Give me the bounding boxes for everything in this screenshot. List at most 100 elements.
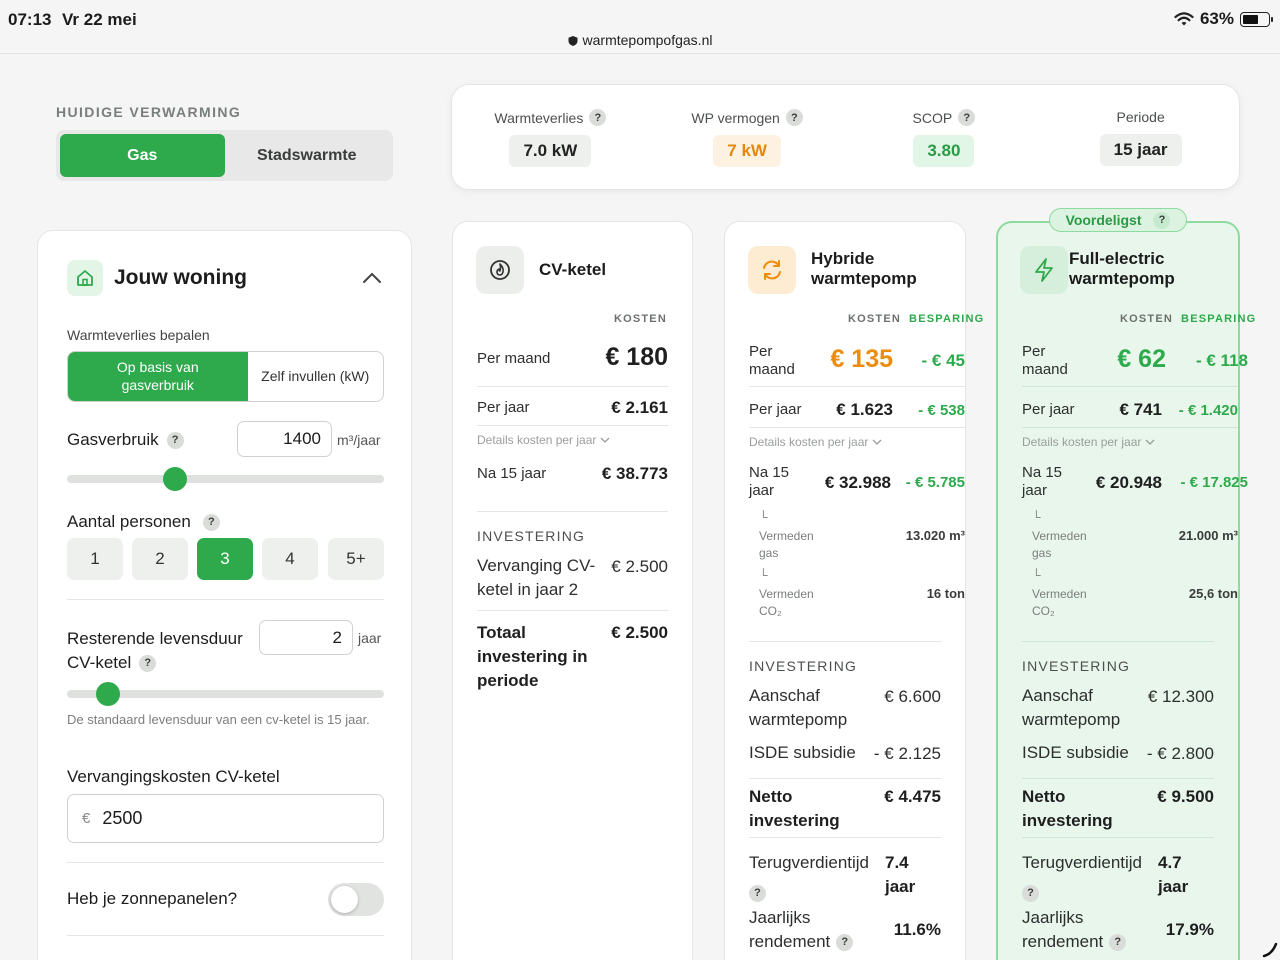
refresh-icon — [748, 246, 796, 294]
chevron-down-icon — [872, 439, 882, 445]
status-right: 63% — [1174, 9, 1273, 29]
persons-button-4[interactable]: 4 — [262, 538, 318, 580]
replace-cost-value: 2500 — [102, 808, 143, 828]
per-month-label: Per maand — [477, 350, 551, 367]
help-icon[interactable]: ? — [1153, 211, 1171, 229]
per-month-saving: - € 118 — [1196, 351, 1248, 370]
metric-label: Warmteverlies — [494, 109, 584, 126]
gas-input[interactable]: 1400 — [237, 421, 332, 457]
divider — [67, 935, 384, 936]
metric-wp-vermogen: WP vermogen? 7 kW — [649, 85, 846, 189]
details-toggle[interactable]: Details kosten per jaar — [1022, 435, 1155, 449]
metric-label: Periode — [1116, 109, 1165, 125]
invest-header: INVESTERING — [1022, 658, 1131, 674]
help-icon[interactable]: ? — [166, 431, 184, 449]
life-unit: jaar — [358, 630, 382, 646]
help-icon[interactable]: ? — [785, 109, 803, 126]
isde-value: - € 2.800 — [1146, 744, 1214, 763]
costs-header: KOSTEN — [1120, 313, 1174, 325]
costs-savings-header: KOSTEN BESPARING — [848, 313, 984, 325]
avoided-co2-value: 16 ton — [926, 586, 965, 601]
invest-header: INVESTERING — [477, 528, 586, 544]
arrow-icon: └ — [1032, 568, 1041, 582]
help-icon[interactable]: ? — [749, 884, 766, 902]
yield-value: 11.6% — [893, 920, 941, 939]
life-slider-knob[interactable] — [96, 682, 121, 706]
after-value: € 20.948 — [1095, 473, 1162, 492]
url-text: warmtepompofgas.nl — [582, 32, 713, 48]
metric-scop: SCOP? 3.80 — [846, 85, 1043, 189]
avoided-gas-value: 21.000 m³ — [1178, 528, 1238, 543]
savings-header: BESPARING — [1181, 313, 1257, 325]
metric-periode: Periode 15 jaar — [1042, 85, 1239, 189]
persons-button-5plus[interactable]: 5+ — [328, 538, 384, 580]
metric-value: 3.80 — [913, 135, 975, 167]
card-hybride: Hybride warmtepomp KOSTEN BESPARING Per maa… — [724, 221, 983, 960]
avoided-co2-value: 25,6 ton — [1188, 586, 1238, 601]
per-year-value: € 1.623 — [836, 400, 893, 419]
net-invest-value: € 9.500 — [1157, 787, 1214, 806]
url-bar[interactable]: warmtepompofgas.nl — [0, 32, 1280, 48]
gas-label-row: Gasverbruik? — [67, 430, 184, 450]
help-icon[interactable]: ? — [836, 933, 854, 951]
savings-header: BESPARING — [909, 313, 985, 325]
arrow-icon: └ — [759, 568, 768, 582]
lightning-icon — [1020, 246, 1068, 294]
replace-cost-input[interactable]: €2500 — [67, 794, 384, 843]
status-bar: 07:13 Vr 22 mei warmtepompofgas.nl 63% — [0, 0, 1280, 54]
gas-label: Gasverbruik — [67, 430, 159, 449]
details-toggle[interactable]: Details kosten per jaar — [477, 433, 610, 447]
arrow-icon: └ — [759, 510, 768, 524]
persons-button-3[interactable]: 3 — [197, 538, 253, 580]
help-icon[interactable]: ? — [1109, 933, 1127, 951]
details-toggle[interactable]: Details kosten per jaar — [749, 435, 882, 449]
help-icon[interactable]: ? — [589, 109, 607, 126]
isde-value: - € 2.125 — [873, 744, 941, 763]
invest-header: INVESTERING — [749, 658, 858, 674]
per-year-saving: - € 1.420 — [1178, 402, 1238, 419]
gas-slider-knob[interactable] — [162, 467, 187, 491]
recommended-label: Voordeligst — [1065, 212, 1142, 228]
heating-option-gas[interactable]: Gas — [60, 134, 225, 177]
avoided-gas-label: Vermeden gas — [1032, 529, 1087, 560]
help-icon[interactable]: ? — [1022, 884, 1039, 902]
divider — [67, 862, 384, 863]
life-label-line1: Resterende levensduur — [67, 629, 243, 648]
chevron-up-icon[interactable] — [360, 268, 384, 288]
gas-slider[interactable] — [67, 467, 384, 491]
replace-label: Vervangingskosten CV-ketel — [67, 767, 280, 786]
per-month-value: € 62 — [1117, 345, 1166, 373]
recommended-badge: Voordeligst? — [1049, 208, 1187, 232]
divider — [67, 599, 384, 600]
solar-toggle[interactable] — [328, 883, 384, 916]
isde-label: ISDE subsidie — [1022, 743, 1129, 762]
yield-label: Jaarlijks rendement? — [1022, 906, 1127, 954]
card-title: Full-electric warmtepomp — [1069, 249, 1175, 288]
method-option-gasverbruik[interactable]: Op basis van gasverbruik — [68, 352, 248, 401]
life-input[interactable]: 2 — [259, 620, 353, 655]
woning-title: Jouw woning — [114, 266, 247, 289]
life-label-line2: CV-ketel — [67, 653, 132, 672]
metric-value[interactable]: 15 jaar — [1099, 134, 1182, 166]
help-icon[interactable]: ? — [958, 109, 976, 126]
pencil-cursor-icon — [1262, 942, 1278, 958]
life-slider[interactable] — [67, 682, 384, 706]
help-icon[interactable]: ? — [202, 513, 220, 531]
per-month-label: Per maand — [749, 343, 795, 378]
invest-label: Vervanging CV-ketel in jaar 2 — [477, 556, 596, 599]
per-year-label: Per jaar — [477, 399, 530, 416]
payback-value: 7.4 jaar — [885, 853, 916, 896]
payback-label: Terugverdientijd? — [749, 851, 869, 903]
persons-button-1[interactable]: 1 — [67, 538, 123, 580]
metric-label: WP vermogen — [691, 109, 780, 126]
after-value: € 32.988 — [824, 473, 891, 492]
heating-option-stadswarmte[interactable]: Stadswarmte — [225, 134, 390, 177]
per-month-label: Per maand — [1022, 343, 1068, 378]
after-label: Na 15 jaar — [1022, 464, 1063, 499]
persons-button-2[interactable]: 2 — [132, 538, 188, 580]
metric-value: 7 kW — [713, 135, 781, 167]
help-icon[interactable]: ? — [139, 654, 157, 672]
method-option-zelf[interactable]: Zelf invullen (kW) — [248, 352, 384, 401]
card-title: Hybride warmtepomp — [811, 249, 917, 288]
total-invest-value: € 2.500 — [611, 623, 668, 642]
